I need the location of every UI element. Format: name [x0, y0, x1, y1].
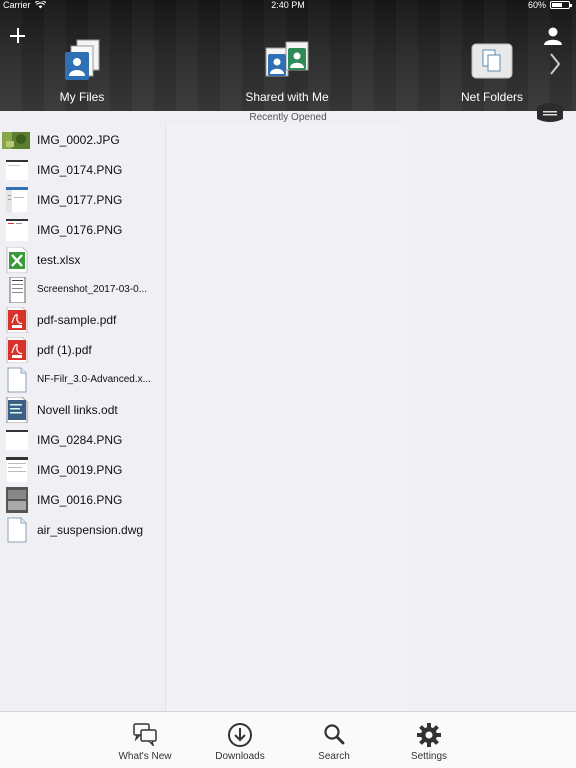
- list-item[interactable]: test.xlsx: [0, 245, 166, 275]
- tab-my-files-label: My Files: [59, 90, 105, 104]
- list-item[interactable]: IMG_0002.JPG: [0, 125, 166, 155]
- status-time: 2:40 PM: [271, 0, 305, 10]
- search-icon: [324, 724, 345, 745]
- add-button[interactable]: [8, 26, 28, 46]
- content-pane: [166, 125, 406, 711]
- menu-handle-icon[interactable]: [536, 101, 564, 123]
- excel-icon: [6, 247, 28, 273]
- file-name: NF-Filr_3.0-Advanced.x...: [37, 374, 151, 385]
- tab-whats-new[interactable]: What's New: [105, 712, 185, 768]
- list-item[interactable]: IMG_0174.PNG: [0, 155, 166, 185]
- list-item[interactable]: air_suspension.dwg: [0, 515, 166, 545]
- tab-shared-with-me-label: Shared with Me: [245, 90, 329, 104]
- top-navigation-header: Carrier 2:40 PM 60% My Files Shared with…: [0, 0, 576, 111]
- tab-whats-new-label: What's New: [118, 751, 172, 762]
- bottom-tab-bar: What's New Downloads Search Settings: [0, 711, 576, 768]
- file-name: Novell links.odt: [37, 403, 118, 417]
- status-bar: Carrier 2:40 PM 60%: [0, 0, 576, 12]
- shared-with-me-icon: [265, 41, 309, 77]
- user-profile-icon[interactable]: [542, 26, 564, 46]
- list-item[interactable]: IMG_0177.PNG: [0, 185, 166, 215]
- section-title: Recently Opened: [249, 112, 327, 123]
- gear-icon: [417, 723, 441, 747]
- file-name: IMG_0284.PNG: [37, 433, 123, 447]
- list-item[interactable]: IMG_0016.PNG: [0, 485, 166, 515]
- file-name: Screenshot_2017-03-0...: [37, 284, 148, 295]
- generic-file-icon: [7, 517, 27, 543]
- file-name: IMG_0019.PNG: [37, 463, 123, 477]
- list-item[interactable]: pdf-sample.pdf: [0, 305, 166, 335]
- download-icon: [228, 723, 252, 747]
- screenshot-thumbnail: [6, 457, 28, 483]
- recent-files-list: IMG_0002.JPG IMG_0174.PNG IMG_0177.PNG I…: [0, 125, 166, 711]
- tab-shared-with-me[interactable]: Shared with Me: [232, 38, 342, 108]
- pdf-icon: [6, 307, 28, 333]
- tab-search[interactable]: Search: [294, 712, 374, 768]
- list-item[interactable]: Novell links.odt: [0, 395, 166, 425]
- screenshot-thumbnail: [9, 277, 26, 303]
- detail-pane: [406, 125, 576, 711]
- net-folders-icon: [471, 43, 513, 79]
- file-name: IMG_0002.JPG: [37, 133, 120, 147]
- generic-file-icon: [7, 367, 27, 393]
- list-item[interactable]: IMG_0284.PNG: [0, 425, 166, 455]
- screenshot-thumbnail: [6, 219, 28, 241]
- screenshot-thumbnail: [6, 187, 28, 213]
- document-icon: [6, 397, 28, 423]
- chat-bubbles-icon: [133, 723, 157, 746]
- file-name: test.xlsx: [37, 253, 81, 267]
- list-item[interactable]: IMG_0019.PNG: [0, 455, 166, 485]
- file-name: IMG_0016.PNG: [37, 493, 123, 507]
- file-name: pdf (1).pdf: [37, 343, 92, 357]
- file-name: IMG_0176.PNG: [37, 223, 123, 237]
- tab-downloads-label: Downloads: [215, 751, 265, 762]
- photo-thumbnail: [2, 132, 30, 149]
- screenshot-thumbnail: [6, 487, 28, 513]
- file-name: IMG_0177.PNG: [37, 193, 123, 207]
- file-name: IMG_0174.PNG: [37, 163, 123, 177]
- file-name: pdf-sample.pdf: [37, 313, 117, 327]
- pdf-icon: [6, 337, 28, 363]
- battery-icon: [550, 1, 572, 9]
- chevron-right-icon[interactable]: [548, 52, 562, 76]
- list-item[interactable]: IMG_0176.PNG: [0, 215, 166, 245]
- list-item[interactable]: pdf (1).pdf: [0, 335, 166, 365]
- tab-net-folders[interactable]: Net Folders: [447, 38, 537, 108]
- tab-search-label: Search: [318, 751, 350, 762]
- tab-my-files[interactable]: My Files: [32, 38, 132, 108]
- tab-settings-label: Settings: [410, 751, 448, 762]
- tab-downloads[interactable]: Downloads: [200, 712, 280, 768]
- tab-settings[interactable]: Settings: [389, 712, 469, 768]
- battery-percentage: 60%: [527, 0, 546, 10]
- tab-net-folders-label: Net Folders: [460, 90, 524, 104]
- my-files-icon: [65, 39, 100, 80]
- screenshot-thumbnail: [6, 430, 28, 450]
- list-item[interactable]: NF-Filr_3.0-Advanced.x...: [0, 365, 166, 395]
- list-item[interactable]: Screenshot_2017-03-0...: [0, 275, 166, 305]
- screenshot-thumbnail: [6, 160, 28, 180]
- file-name: air_suspension.dwg: [37, 523, 144, 537]
